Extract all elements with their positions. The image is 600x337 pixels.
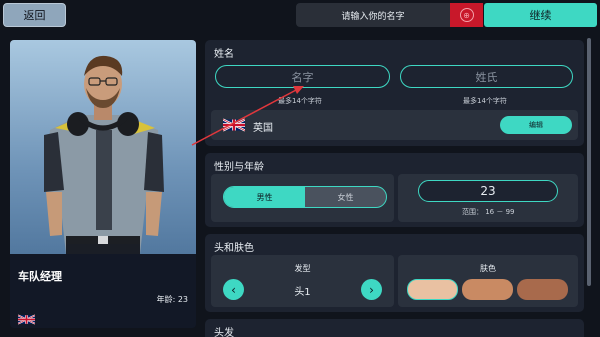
- continue-button[interactable]: 继续: [484, 3, 597, 27]
- skin-swatch-dark[interactable]: [517, 279, 568, 300]
- first-name-hint: 最多14个字符: [278, 97, 322, 105]
- skin-color-label: 肤色: [480, 264, 496, 273]
- manager-figure: [44, 55, 164, 254]
- portrait-info: 车队经理 年龄: 23: [10, 254, 196, 328]
- age-range-hint: 范围： 16 － 99: [462, 208, 515, 216]
- gender-female-option[interactable]: 女性: [305, 187, 386, 207]
- keyboard-icon: ⊕: [459, 8, 474, 22]
- hairstyle-next-button[interactable]: ›: [361, 279, 382, 300]
- gender-age-section-title: 性别与年龄: [214, 162, 264, 173]
- skin-color-box: 肤色: [398, 255, 578, 307]
- hairstyle-box: 发型 ‹ 头1 ›: [211, 255, 394, 307]
- gender-age-panel: 性别与年龄 男性 女性 23 范围： 16 － 99: [205, 153, 584, 227]
- role-title: 车队经理: [18, 270, 62, 283]
- name-section-title: 姓名: [214, 49, 234, 60]
- hair-section-title: 头发: [214, 328, 234, 337]
- hairstyle-label: 发型: [294, 264, 311, 273]
- name-prompt-label: 请输入你的名字: [296, 3, 450, 27]
- name-panel: 姓名 名字 姓氏 最多14个字符 最多14个字符 英国 编辑: [205, 40, 584, 146]
- age-input[interactable]: 23: [418, 180, 558, 202]
- gender-male-option[interactable]: 男性: [224, 187, 305, 207]
- nationality-row: 英国 编辑: [211, 110, 578, 140]
- head-skin-panel: 头和肤色 发型 ‹ 头1 › 肤色: [205, 234, 584, 312]
- age-box: 23 范围： 16 － 99: [398, 174, 578, 222]
- skin-swatch-light[interactable]: [407, 279, 458, 300]
- hair-panel: 头发: [205, 319, 584, 337]
- back-button[interactable]: 返回: [3, 3, 66, 27]
- keyboard-button[interactable]: ⊕: [450, 3, 483, 27]
- manager-portrait-card: 车队经理 年龄: 23: [10, 40, 196, 328]
- skin-swatch-medium[interactable]: [462, 279, 513, 300]
- first-name-input[interactable]: 名字: [215, 65, 390, 88]
- last-name-hint: 最多14个字符: [463, 97, 507, 105]
- uk-flag-icon: [223, 118, 245, 132]
- head-skin-section-title: 头和肤色: [214, 243, 254, 254]
- last-name-input[interactable]: 姓氏: [400, 65, 573, 88]
- uk-flag-icon: [18, 314, 35, 325]
- chevron-right-icon: ›: [369, 282, 374, 297]
- age-text: 年龄: 23: [156, 295, 188, 304]
- scrollbar[interactable]: [587, 38, 591, 286]
- edit-nationality-button[interactable]: 编辑: [500, 116, 572, 134]
- gender-toggle[interactable]: 男性 女性: [223, 186, 387, 208]
- nationality-label: 英国: [253, 123, 273, 134]
- portrait-background: [10, 40, 196, 254]
- gender-box: 男性 女性: [211, 174, 394, 222]
